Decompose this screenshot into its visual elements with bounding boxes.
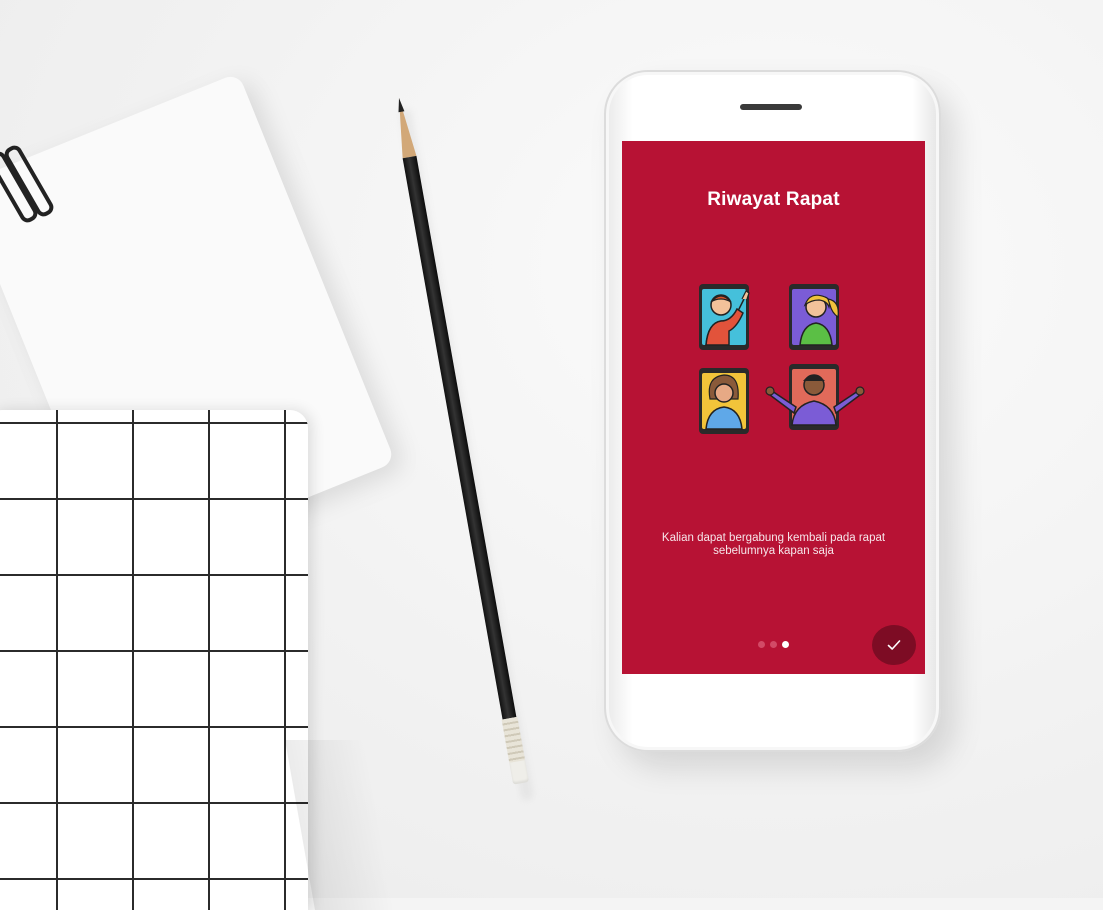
page-indicator [758, 641, 789, 649]
onboarding-screen: Riwayat Rapat Kalian dapat bergabung kem… [622, 141, 925, 674]
onboarding-description: Kalian dapat bergabung kembali pada rapa… [661, 532, 886, 557]
person-tile-1 [699, 284, 750, 350]
done-button[interactable] [872, 625, 916, 665]
page-title: Riwayat Rapat [707, 189, 840, 210]
video-call-people-illustration [699, 284, 865, 434]
phone-speaker [740, 104, 802, 110]
person-tile-3 [699, 368, 749, 434]
person-tile-4 [765, 364, 865, 430]
page-dot-3-active[interactable] [782, 641, 789, 648]
page-dot-1[interactable] [758, 641, 765, 648]
person-tile-2 [789, 284, 839, 350]
grid-notebook [0, 410, 308, 910]
check-icon [887, 640, 901, 650]
page-dot-2[interactable] [770, 641, 777, 648]
phone-device: Riwayat Rapat Kalian dapat bergabung kem… [604, 70, 941, 752]
